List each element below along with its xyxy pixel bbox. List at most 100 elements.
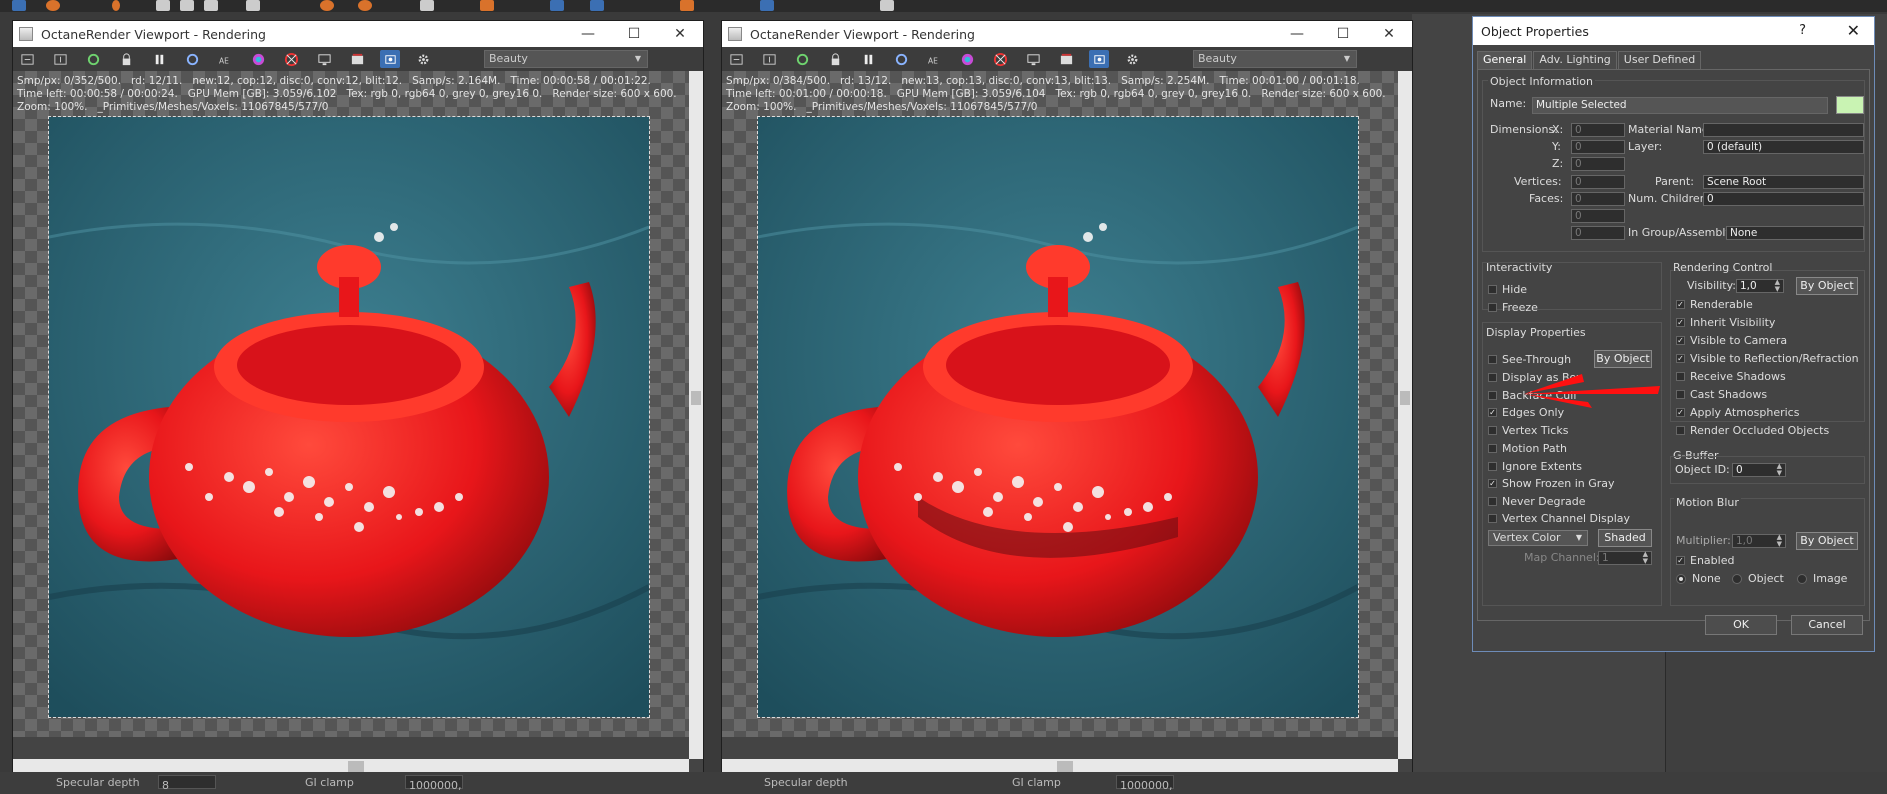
name-field[interactable]: Multiple Selected	[1532, 97, 1828, 114]
multiplier-spinner[interactable]: 1,0 ▲ ▼	[1732, 534, 1786, 548]
settings-gear-icon[interactable]	[413, 50, 433, 68]
object-color-swatch[interactable]	[1836, 96, 1864, 114]
import-icon[interactable]	[17, 50, 37, 68]
toolbar-icon[interactable]	[550, 0, 564, 11]
display-by-object-button[interactable]: By Object	[1594, 350, 1652, 368]
vertical-scrollbar[interactable]	[1398, 71, 1412, 759]
apply-atmospherics-checkbox[interactable]: ✓ Apply Atmospherics	[1676, 406, 1799, 419]
specular-depth-spinner[interactable]: 8	[158, 775, 216, 792]
scroll-thumb[interactable]	[691, 391, 701, 405]
receive-shadows-checkbox[interactable]: Receive Shadows	[1676, 370, 1786, 383]
vertex-ticks-checkbox[interactable]: Vertex Ticks	[1488, 424, 1568, 437]
toolbar-icon[interactable]	[358, 0, 372, 11]
maximize-button[interactable]: ☐	[1320, 21, 1366, 47]
aov-icon[interactable]: AE	[924, 50, 944, 68]
toolbar-icon[interactable]	[680, 0, 694, 11]
gi-clamp-spinner[interactable]: 1000000,	[405, 775, 463, 792]
tab-user-defined[interactable]: User Defined	[1617, 51, 1702, 69]
camera-lock-icon[interactable]	[1089, 50, 1109, 68]
toolbar-icon[interactable]	[320, 0, 334, 11]
aov-icon[interactable]: AE	[215, 50, 235, 68]
refresh-icon[interactable]	[83, 50, 103, 68]
object-id-spinner[interactable]: 0 ▲ ▼	[1732, 463, 1786, 477]
lock-icon[interactable]	[116, 50, 136, 68]
cancel-button[interactable]: Cancel	[1791, 615, 1863, 635]
toolbar-icon[interactable]	[760, 0, 774, 11]
import-icon[interactable]	[726, 50, 746, 68]
maximize-button[interactable]: ☐	[611, 21, 657, 47]
restart-icon[interactable]	[891, 50, 911, 68]
viewport-title-bar[interactable]: OctaneRender Viewport - Rendering — ☐ ✕	[13, 21, 703, 47]
vertex-color-dropdown[interactable]: Vertex Color ▼	[1488, 530, 1588, 546]
motion-blur-image-radio[interactable]: Image	[1797, 572, 1847, 585]
toolbar-icon[interactable]	[590, 0, 604, 11]
freeze-checkbox[interactable]: Freeze	[1488, 301, 1538, 314]
visibility-by-object-button[interactable]: By Object	[1796, 277, 1858, 295]
vertex-channel-display-checkbox[interactable]: Vertex Channel Display	[1488, 512, 1630, 525]
renderable-checkbox[interactable]: ✓ Renderable	[1676, 298, 1753, 311]
dialog-title-bar[interactable]: Object Properties ? ✕	[1473, 17, 1874, 45]
gi-clamp-spinner-2[interactable]: 1000000,	[1116, 775, 1174, 792]
vertical-scrollbar[interactable]	[689, 71, 703, 759]
region-icon[interactable]	[281, 50, 301, 68]
minimize-button[interactable]: —	[1274, 21, 1320, 47]
toolbar-icon[interactable]	[246, 0, 260, 11]
tab-adv-lighting[interactable]: Adv. Lighting	[1533, 51, 1617, 69]
minimize-button[interactable]: —	[565, 21, 611, 47]
viewport-canvas[interactable]: Smp/px: 0/352/500. rd: 12/11. new:12, co…	[13, 71, 703, 775]
render-pass-select[interactable]: Beauty ▼	[1193, 50, 1357, 68]
restart-icon[interactable]	[182, 50, 202, 68]
motion-path-checkbox[interactable]: Motion Path	[1488, 442, 1567, 455]
see-through-checkbox[interactable]: See-Through	[1488, 353, 1571, 366]
viewport-title-bar[interactable]: OctaneRender Viewport - Rendering — ☐ ✕	[722, 21, 1412, 47]
toolbar-icon[interactable]	[46, 0, 60, 11]
scroll-thumb[interactable]	[1400, 391, 1410, 405]
cast-shadows-checkbox[interactable]: Cast Shadows	[1676, 388, 1767, 401]
toolbar-icon[interactable]	[480, 0, 494, 11]
monitor-icon[interactable]	[1023, 50, 1043, 68]
film-icon[interactable]	[347, 50, 367, 68]
toolbar-icon[interactable]	[420, 0, 434, 11]
help-button[interactable]: ?	[1799, 23, 1806, 38]
dialog-close-button[interactable]: ✕	[1847, 21, 1860, 40]
film-icon[interactable]	[1056, 50, 1076, 68]
motion-blur-enabled-checkbox[interactable]: ✓ Enabled	[1676, 554, 1734, 567]
hide-checkbox[interactable]: Hide	[1488, 283, 1527, 296]
shaded-button[interactable]: Shaded	[1598, 529, 1652, 547]
ignore-extents-checkbox[interactable]: Ignore Extents	[1488, 460, 1582, 473]
monitor-icon[interactable]	[314, 50, 334, 68]
pause-icon[interactable]	[149, 50, 169, 68]
settings-gear-icon[interactable]	[1122, 50, 1142, 68]
export-icon[interactable]	[759, 50, 779, 68]
motion-blur-object-radio[interactable]: Object	[1732, 572, 1784, 585]
toolbar-icon[interactable]	[880, 0, 894, 11]
toolbar-icon[interactable]	[180, 0, 194, 11]
toolbar-icon[interactable]	[12, 0, 26, 11]
show-frozen-gray-checkbox[interactable]: ✓ Show Frozen in Gray	[1488, 477, 1615, 490]
visibility-spinner[interactable]: 1,0 ▲ ▼	[1736, 279, 1784, 293]
render-pass-select[interactable]: Beauty ▼	[484, 50, 648, 68]
render-occluded-checkbox[interactable]: Render Occluded Objects	[1676, 424, 1829, 437]
visible-to-reflection-checkbox[interactable]: ✓ Visible to Reflection/Refraction	[1676, 352, 1859, 365]
color-wheel-icon[interactable]	[248, 50, 268, 68]
close-button[interactable]: ✕	[657, 21, 703, 47]
toolbar-icon[interactable]	[204, 0, 218, 11]
tab-general[interactable]: General	[1477, 51, 1533, 69]
toolbar-icon[interactable]	[156, 0, 170, 11]
never-degrade-checkbox[interactable]: Never Degrade	[1488, 495, 1586, 508]
close-button[interactable]: ✕	[1366, 21, 1412, 47]
lock-icon[interactable]	[825, 50, 845, 68]
refresh-icon[interactable]	[792, 50, 812, 68]
inherit-visibility-checkbox[interactable]: ✓ Inherit Visibility	[1676, 316, 1775, 329]
viewport-canvas[interactable]: Smp/px: 0/384/500. rd: 13/12. new:13, co…	[722, 71, 1412, 775]
camera-lock-icon[interactable]	[380, 50, 400, 68]
export-icon[interactable]	[50, 50, 70, 68]
visible-to-camera-checkbox[interactable]: ✓ Visible to Camera	[1676, 334, 1787, 347]
pause-icon[interactable]	[858, 50, 878, 68]
map-channel-spinner[interactable]: 1 ▲ ▼	[1598, 551, 1652, 565]
color-wheel-icon[interactable]	[957, 50, 977, 68]
motion-blur-by-object-button[interactable]: By Object	[1796, 532, 1858, 550]
region-icon[interactable]	[990, 50, 1010, 68]
ok-button[interactable]: OK	[1705, 615, 1777, 635]
toolbar-icon[interactable]	[112, 0, 120, 11]
